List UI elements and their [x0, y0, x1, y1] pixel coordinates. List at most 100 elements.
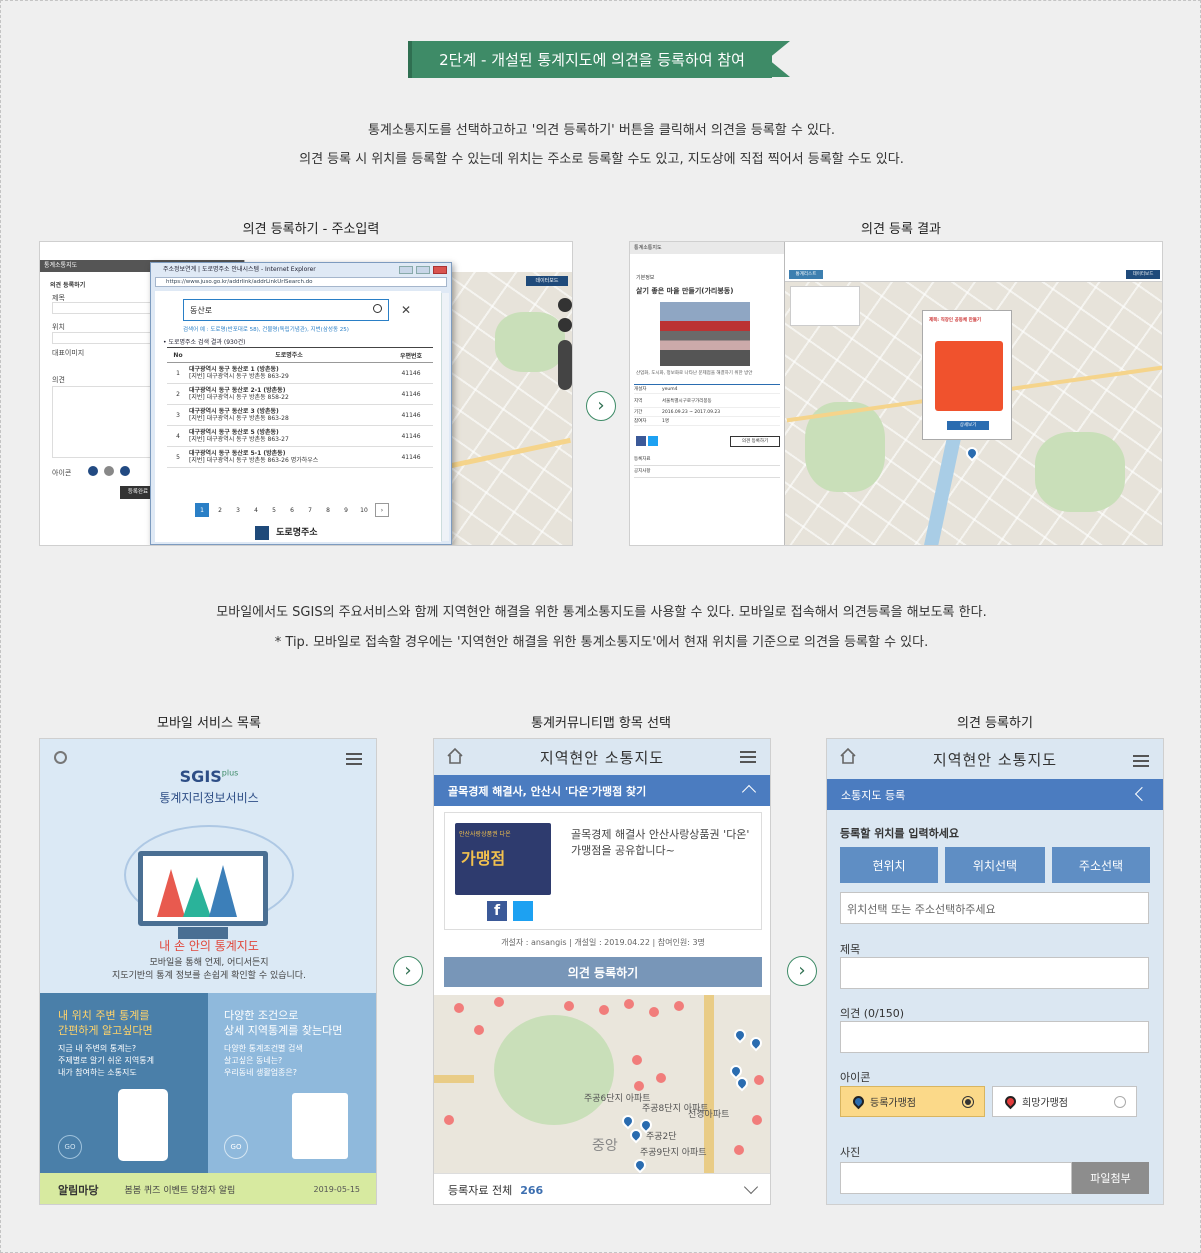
notice-row[interactable]: 공지사항: [634, 468, 780, 478]
marker-dot[interactable]: [752, 1115, 762, 1125]
home-icon[interactable]: [446, 747, 464, 765]
marker-dot[interactable]: [634, 1081, 644, 1091]
card-nearby-stats[interactable]: 내 위치 주변 통계를 간편하게 알고싶다면 지금 내 주변의 통계는? 주제별…: [40, 993, 208, 1173]
current-location-button[interactable]: 현위치: [840, 847, 938, 883]
marker-dot[interactable]: [624, 999, 634, 1009]
icon-option-registered[interactable]: 등록가맹점: [840, 1086, 985, 1117]
address-search-input[interactable]: 동산로: [183, 299, 389, 321]
menu-icon[interactable]: [1133, 755, 1149, 767]
table-row[interactable]: 2 대구광역시 동구 동산로 2-1 (방촌동) [지번] 대구광역시 동구 방촌…: [167, 384, 433, 405]
table-row[interactable]: 5 대구광역시 동구 동산로 5-1 (방촌동) [지번] 대구광역시 동구 방촌…: [167, 447, 433, 468]
icon-option[interactable]: [88, 466, 98, 476]
menu-icon[interactable]: [740, 751, 756, 763]
map-marker-icon[interactable]: [731, 1026, 749, 1044]
road-address[interactable]: 대구광역시 동구 동산로 1 (방촌동): [189, 366, 279, 373]
popup-image: [935, 341, 1003, 411]
home-icon[interactable]: [839, 747, 857, 765]
page-link[interactable]: 4: [249, 503, 263, 517]
map-marker-icon[interactable]: [631, 1156, 649, 1174]
back-icon[interactable]: [1134, 786, 1150, 802]
go-button[interactable]: GO: [58, 1135, 82, 1159]
maximize-icon[interactable]: [416, 266, 430, 274]
page-link[interactable]: 8: [321, 503, 335, 517]
page-link[interactable]: 7: [303, 503, 317, 517]
road-address[interactable]: 대구광역시 동구 동산로 5 (방촌동): [189, 429, 279, 436]
opinion-input[interactable]: [840, 1021, 1149, 1053]
table-row[interactable]: 4 대구광역시 동구 동산로 5 (방촌동) [지번] 대구광역시 동구 방촌동 …: [167, 426, 433, 447]
facebook-icon[interactable]: [636, 436, 646, 446]
card-detail-stats[interactable]: 다양한 조건으로 상세 지역통계를 찾는다면 다양한 통계조건별 검색 살고싶은…: [208, 993, 376, 1173]
marker-dot[interactable]: [734, 1145, 744, 1155]
select-address-button[interactable]: 주소선택: [1052, 847, 1150, 883]
attach-file-button[interactable]: 파일첨부: [1072, 1162, 1149, 1194]
register-opinion-button[interactable]: 의견 등록하기: [730, 436, 780, 447]
map-marker-icon[interactable]: [619, 1112, 637, 1130]
marker-dot[interactable]: [649, 1007, 659, 1017]
table-row[interactable]: 3 대구광역시 동구 동산로 3 (방촌동) [지번] 대구광역시 동구 방촌동 …: [167, 405, 433, 426]
icon-options[interactable]: [88, 466, 148, 478]
map-marker-icon[interactable]: [747, 1034, 765, 1052]
page-link[interactable]: 2: [213, 503, 227, 517]
page-link[interactable]: 1: [195, 503, 209, 517]
settings-icon[interactable]: [558, 298, 572, 312]
registered-data-bar[interactable]: 등록자료 전체 266: [434, 1173, 770, 1204]
road-address[interactable]: 대구광역시 동구 동산로 5-1 (방촌동): [189, 450, 285, 457]
marker-dot[interactable]: [474, 1025, 484, 1035]
dashboard-button[interactable]: 데이터보드: [526, 276, 568, 286]
marker-dot[interactable]: [754, 1075, 764, 1085]
icon-option-hope[interactable]: 희망가맹점: [992, 1086, 1137, 1117]
topic-bar[interactable]: 골목경제 해결사, 안산시 '다온'가맹점 찾기: [434, 775, 770, 806]
icon-option[interactable]: [104, 466, 114, 476]
map-tab[interactable]: 통계리스트: [789, 270, 823, 279]
map-view[interactable]: 주공6단지 아파트 주공8단지 아파트 선경아파트 주공9단지 아파트 주공2단…: [434, 995, 770, 1174]
layers-icon[interactable]: [558, 318, 572, 332]
road-address[interactable]: 대구광역시 동구 동산로 2-1 (방촌동): [189, 387, 285, 394]
marker-dot[interactable]: [444, 1115, 454, 1125]
clear-icon[interactable]: ✕: [401, 303, 411, 317]
search-icon[interactable]: [54, 751, 67, 764]
radio-selected[interactable]: [962, 1095, 974, 1108]
chevron-down-icon[interactable]: [743, 1179, 759, 1195]
screenshot-address-input: 데이터보드 통계소통지도 의견 등록하기 제목 위치 대표이미지 의견 아이콘 …: [39, 241, 573, 546]
page-link[interactable]: 5: [267, 503, 281, 517]
location-input[interactable]: 위치선택 또는 주소선택하주세요: [840, 892, 1149, 924]
facebook-icon[interactable]: f: [487, 901, 507, 921]
title-input[interactable]: [840, 957, 1149, 989]
table-row[interactable]: 1 대구광역시 동구 동산로 1 (방촌동) [지번] 대구광역시 동구 방촌동 …: [167, 363, 433, 384]
mobile-register-form: 지역현안 소통지도 소통지도 등록 등록할 위치를 입력하세요 현위치 위치선택…: [826, 738, 1164, 1205]
page-link[interactable]: 6: [285, 503, 299, 517]
close-icon[interactable]: [433, 266, 447, 274]
chevron-up-icon[interactable]: [741, 784, 757, 800]
photo-input[interactable]: [840, 1162, 1072, 1194]
search-icon[interactable]: [373, 304, 382, 313]
marker-dot[interactable]: [599, 1005, 609, 1015]
url-bar[interactable]: https://www.juso.go.kr/addrlink/addrLink…: [155, 277, 447, 287]
stats-row[interactable]: 등록자료: [634, 456, 780, 466]
go-button[interactable]: GO: [224, 1135, 248, 1159]
marker-dot[interactable]: [656, 1073, 666, 1083]
scrollbar[interactable]: [441, 293, 449, 541]
detail-button[interactable]: 상세보기: [947, 421, 989, 430]
marker-dot[interactable]: [564, 1001, 574, 1011]
marker-dot[interactable]: [494, 997, 504, 1007]
menu-icon[interactable]: [346, 753, 362, 765]
page-link[interactable]: 10: [357, 503, 371, 517]
dashboard-button[interactable]: 데이터보드: [1126, 270, 1160, 279]
radio-unselected[interactable]: [1114, 1095, 1126, 1108]
marker-dot[interactable]: [454, 1003, 464, 1013]
twitter-icon[interactable]: [648, 436, 658, 446]
row-no: 3: [176, 411, 180, 419]
register-opinion-button[interactable]: 의견 등록하기: [444, 957, 762, 987]
marker-dot[interactable]: [632, 1055, 642, 1065]
road-address[interactable]: 대구광역시 동구 동산로 3 (방촌동): [189, 408, 279, 415]
icon-option[interactable]: [120, 466, 130, 476]
page-link[interactable]: 9: [339, 503, 353, 517]
page-link[interactable]: 3: [231, 503, 245, 517]
twitter-icon[interactable]: [513, 901, 533, 921]
select-location-button[interactable]: 위치선택: [945, 847, 1045, 883]
marker-dot[interactable]: [674, 1001, 684, 1011]
zoom-control[interactable]: [558, 340, 572, 390]
minimize-icon[interactable]: [399, 266, 413, 274]
next-page-button[interactable]: ›: [375, 503, 389, 517]
notice-bar[interactable]: 알림마당 봄봄 퀴즈 이벤트 당첨자 알림 2019-05-15: [40, 1173, 376, 1204]
